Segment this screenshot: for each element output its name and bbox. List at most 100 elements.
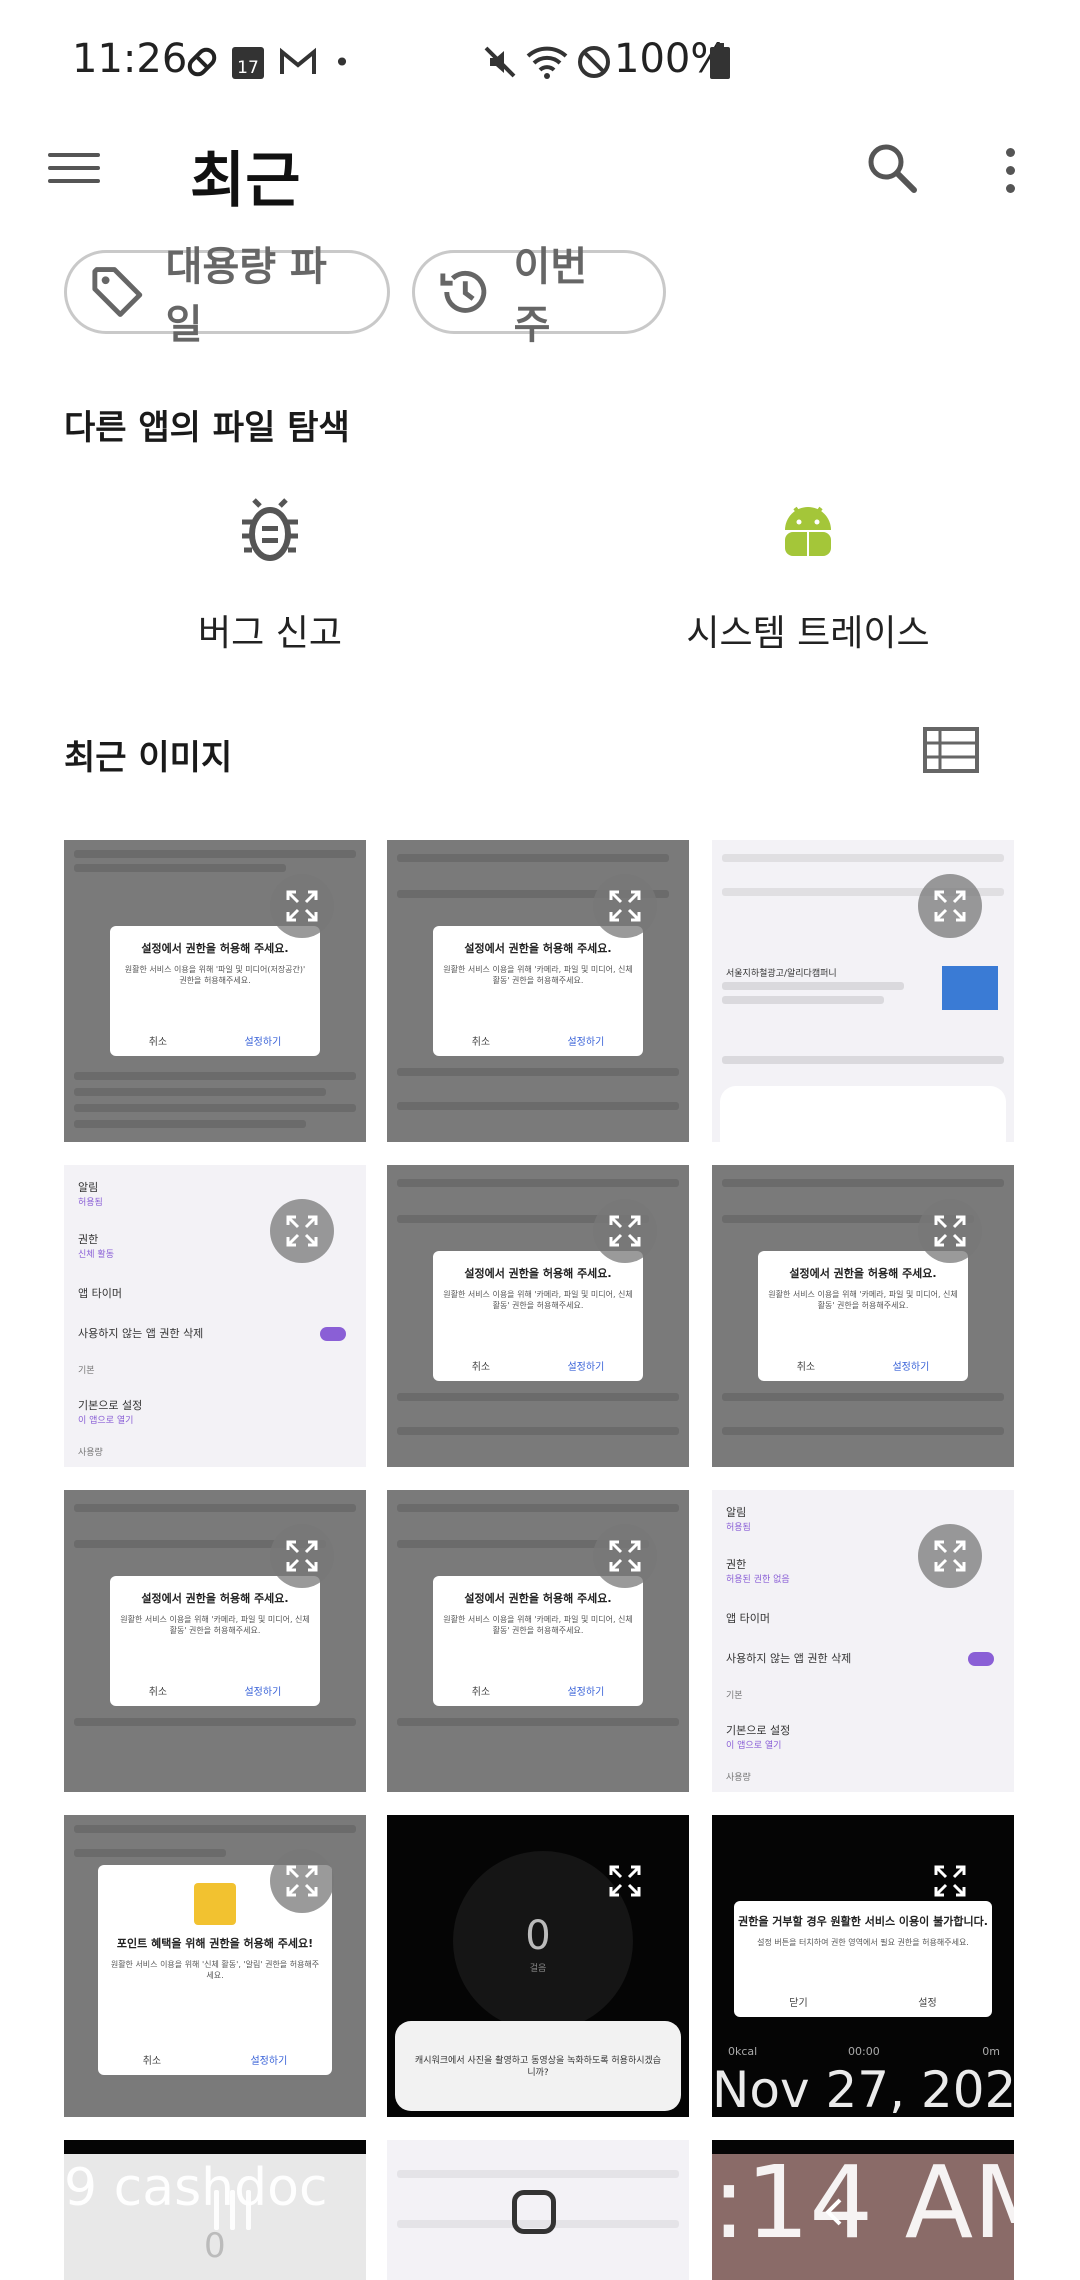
expand-icon[interactable] [918, 1199, 982, 1263]
page-title: 최근 [190, 146, 301, 216]
dialog-title: 설정에서 권한을 허용해 주세요. [464, 942, 612, 955]
thumb-text: 앱 타이머 [726, 1612, 770, 1625]
image-thumbnail[interactable]: 0 걸음 캐시워크에서 사진을 촬영하고 동영상을 녹화하도록 허용하시겠습니까… [387, 1815, 689, 2117]
image-thumbnail[interactable]: 설정에서 권한을 허용해 주세요. 원활한 서비스 이용을 위해 '카메라, 파… [64, 1490, 366, 1792]
chip-this-week[interactable]: 이번 주 [412, 244, 666, 348]
image-thumbnail[interactable]: 알림 허용됨 권한 신체 활동 앱 타이머 사용하지 않는 앱 권한 삭제 기본… [64, 1165, 366, 1467]
dialog-title: 설정에서 권한을 허용해 주세요. [789, 1267, 937, 1280]
status-dot: • [333, 45, 351, 79]
dialog-cancel: 취소 [796, 1362, 816, 1373]
recent-images-title: 최근 이미지 [64, 738, 233, 778]
list-view-button[interactable] [922, 726, 980, 774]
distance-text: 0m [982, 2045, 1000, 2058]
dialog-cancel: 취소 [471, 1362, 491, 1373]
nav-back-button[interactable] [818, 2196, 850, 2228]
gmail-icon [276, 40, 320, 84]
more-options-button[interactable] [990, 138, 1030, 202]
thumb-text: 권한 [78, 1233, 99, 1246]
status-time: 11:26 [72, 36, 188, 82]
image-thumbnail[interactable]: 권한을 거부할 경우 원활한 서비스 이용이 불가합니다. 설정 버튼을 터치하… [712, 1815, 1014, 2117]
list-view-icon [923, 727, 979, 773]
dialog-body: 원활한 서비스 이용을 위해 '카메라, 파일 및 미디어, 신체활동' 권한을… [443, 1290, 633, 1310]
dialog-body: 설정 버튼을 터치하여 권한 영역에서 필요 권한을 허용해주세요. [757, 1938, 969, 1947]
thumb-text: 신체 활동 [78, 1250, 114, 1260]
thumb-text: 기본으로 설정 [726, 1724, 791, 1737]
cashdoc-overlay: 9 cashdoc [64, 2158, 328, 2218]
thumb-text: 기본 [726, 1691, 743, 1701]
thumb-text: 기본으로 설정 [78, 1399, 143, 1412]
thumb-text: 허용됨 [78, 1198, 103, 1208]
expand-icon[interactable] [270, 1199, 334, 1263]
thumb-dialog: 설정에서 권한을 허용해 주세요. 원활한 서비스 이용을 위해 '파일 및 미… [110, 926, 320, 1056]
expand-icon[interactable] [918, 1849, 982, 1913]
expand-icon[interactable] [593, 1524, 657, 1588]
explore-section-title: 다른 앱의 파일 탐색 [64, 408, 350, 448]
thumb-text: 알림 [726, 1506, 747, 1519]
expand-icon[interactable] [593, 1199, 657, 1263]
date-overlay: Nov 27, 2025 [712, 2061, 1014, 2117]
thumb-dialog: 설정에서 권한을 허용해 주세요. 원활한 서비스 이용을 위해 '카메라, 파… [433, 1251, 643, 1381]
dialog-title: 설정에서 권한을 허용해 주세요. [464, 1592, 612, 1605]
thumb-text: 이 앱으로 열기 [726, 1741, 782, 1751]
status-bar: 11:26 17 • 100% [0, 0, 1080, 124]
image-thumbnail[interactable]: 설정에서 권한을 허용해 주세요. 원활한 서비스 이용을 위해 '카메라, 파… [387, 1490, 689, 1792]
dialog-title: 포인트 혜택을 위해 권한을 허용해 주세요! [116, 1937, 314, 1950]
expand-icon[interactable] [593, 874, 657, 938]
thumb-text: 알림 [78, 1181, 99, 1194]
thumb-dialog: 설정에서 권한을 허용해 주세요. 원활한 서비스 이용을 위해 '카메라, 파… [758, 1251, 968, 1381]
dialog-ok: 설정하기 [892, 1362, 930, 1373]
dialog-ok: 설정하기 [244, 1687, 282, 1698]
image-thumbnail[interactable]: :14 AM [712, 2140, 1014, 2280]
expand-icon[interactable] [270, 874, 334, 938]
thumb-text: 이 앱으로 열기 [78, 1416, 134, 1426]
image-thumbnail[interactable]: 포인트 혜택을 위해 권한을 허용해 주세요! 원활한 서비스 이용을 위해 '… [64, 1815, 366, 2117]
wifi-icon [522, 40, 572, 84]
image-thumbnail[interactable]: 설정에서 권한을 허용해 주세요. 원활한 서비스 이용을 위해 '파일 및 미… [64, 840, 366, 1142]
pill-icon [180, 40, 224, 84]
thumb-text: 사용하지 않는 앱 권한 삭제 [726, 1652, 852, 1665]
app-bug-report-label: 버그 신고 [198, 613, 342, 654]
image-thumbnail[interactable]: 설정에서 권한을 허용해 주세요. 원활한 서비스 이용을 위해 '카메라, 파… [712, 1165, 1014, 1467]
dialog-ok: 설정하기 [567, 1687, 605, 1698]
calendar-icon: 17 [228, 40, 268, 84]
thumb-text: 서울지하철광고/알리다캠퍼니 [726, 969, 837, 979]
kcal-text: 0kcal [728, 2045, 758, 2058]
image-thumbnail[interactable]: 설정에서 권한을 허용해 주세요. 원활한 서비스 이용을 위해 '카메라, 파… [387, 840, 689, 1142]
expand-icon[interactable] [593, 1849, 657, 1913]
calendar-day-text: 17 [237, 58, 259, 78]
dialog-title: 설정에서 권한을 허용해 주세요. [141, 1592, 289, 1605]
image-thumbnail[interactable]: 설정에서 권한을 허용해 주세요. 원활한 서비스 이용을 위해 '카메라, 파… [387, 1165, 689, 1467]
nav-recents-button[interactable] [210, 2190, 254, 2234]
thumb-text: 앱 타이머 [78, 1287, 122, 1300]
expand-icon[interactable] [270, 1849, 334, 1913]
dialog-body: 원활한 서비스 이용을 위해 '파일 및 미디어(저장공간)' 권한을 허용해주… [124, 965, 306, 985]
chip-this-week-label: 이번 주 [513, 244, 588, 348]
dialog-body: 원활한 서비스 이용을 위해 '카메라, 파일 및 미디어, 신체활동' 권한을… [443, 1615, 633, 1635]
search-button[interactable] [862, 138, 922, 198]
search-icon [868, 144, 917, 193]
app-system-trace[interactable]: 시스템 트레이스 [658, 490, 958, 656]
image-thumbnail[interactable]: 서울지하철광고/알리다캠퍼니 [712, 840, 1014, 1142]
expand-icon[interactable] [270, 1524, 334, 1588]
app-bug-report[interactable]: 버그 신고 [120, 490, 420, 656]
dialog-cancel: 취소 [142, 2056, 162, 2067]
image-thumbnail[interactable]: 알림 허용됨 권한 허용된 권한 없음 앱 타이머 사용하지 않는 앱 권한 삭… [712, 1490, 1014, 1792]
thumb-dialog: 설정에서 권한을 허용해 주세요. 원활한 서비스 이용을 위해 '카메라, 파… [433, 1576, 643, 1706]
expand-icon[interactable] [918, 874, 982, 938]
thumb-text: 기본 [78, 1366, 95, 1376]
thumb-dialog: 설정에서 권한을 허용해 주세요. 원활한 서비스 이용을 위해 '카메라, 파… [110, 1576, 320, 1706]
menu-button[interactable] [48, 138, 100, 198]
permission-sheet: 캐시워크에서 사진을 촬영하고 동영상을 녹화하도록 허용하시겠습니까? [395, 2021, 681, 2111]
nav-home-button[interactable] [512, 2190, 556, 2234]
dialog-title: 설정에서 권한을 허용해 주세요. [141, 942, 289, 955]
history-icon [440, 270, 487, 313]
mute-icon [478, 40, 522, 84]
chip-large-files[interactable]: 대용량 파일 [64, 244, 390, 348]
dialog-body: 원활한 서비스 이용을 위해 '카메라, 파일 및 미디어, 신체활동' 권한을… [120, 1615, 310, 1635]
dialog-cancel: 닫기 [789, 1998, 808, 2009]
expand-icon[interactable] [918, 1524, 982, 1588]
battery-icon [706, 40, 734, 84]
dialog-body: 원활한 서비스 이용을 위해 '카메라, 파일 및 미디어, 신체활동' 권한을… [443, 965, 633, 985]
thumb-dialog: 설정에서 권한을 허용해 주세요. 원활한 서비스 이용을 위해 '카메라, 파… [433, 926, 643, 1056]
thumb-text: 사용량 [78, 1448, 103, 1458]
